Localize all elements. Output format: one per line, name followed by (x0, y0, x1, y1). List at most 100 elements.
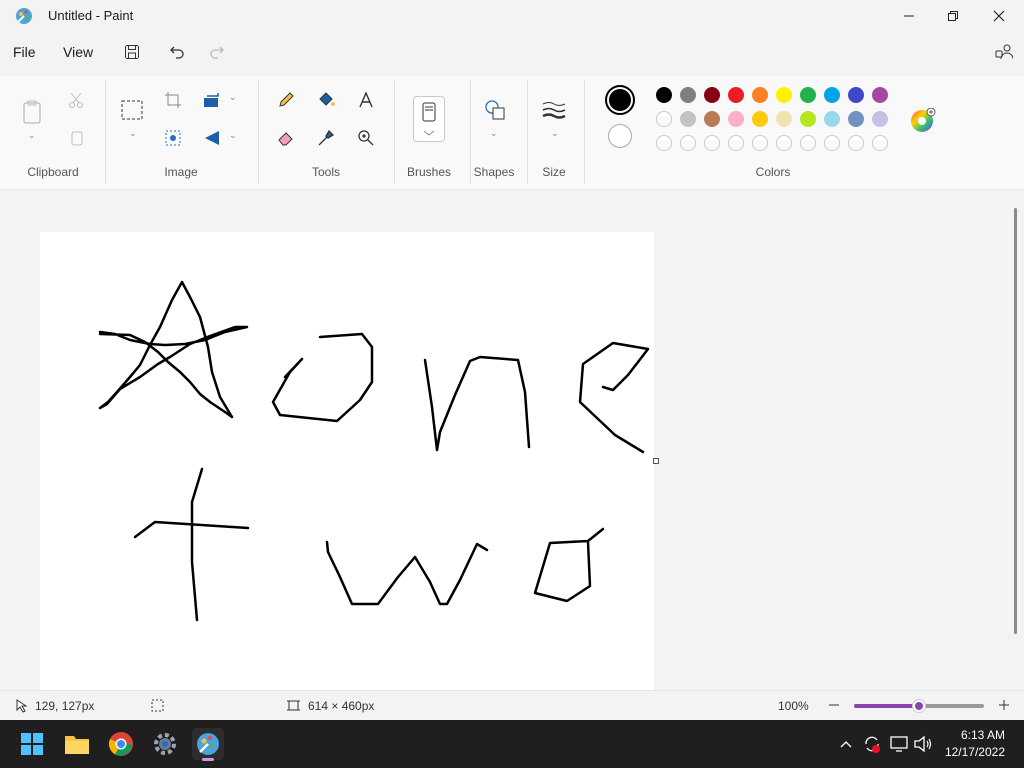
flip-chevron-down-icon[interactable]: ⌄ (229, 130, 237, 141)
palette-color-swatch[interactable] (680, 87, 696, 103)
palette-color-swatch[interactable] (776, 111, 792, 127)
zoom-slider-thumb[interactable] (913, 700, 925, 712)
eraser-button[interactable] (274, 126, 298, 150)
ribbon-toolbar: ⌄ Clipboard ⌄ ⌄ ⌄ Image Tools Brushes ⌄ … (0, 76, 1024, 190)
palette-color-swatch[interactable] (728, 111, 744, 127)
custom-color-slot[interactable] (848, 135, 864, 151)
close-button[interactable] (976, 0, 1022, 32)
resize-button[interactable] (200, 88, 224, 112)
show-hidden-icons-button[interactable] (838, 736, 854, 752)
status-bar: 129, 127px 614 × 460px 100% (0, 690, 1024, 720)
pencil-icon (279, 92, 294, 107)
custom-color-slot[interactable] (752, 135, 768, 151)
letter-e-drawing (578, 341, 650, 454)
select-chevron-down-icon[interactable]: ⌄ (129, 128, 137, 139)
sync-status-icon[interactable] (862, 734, 882, 754)
palette-color-swatch[interactable] (848, 111, 864, 127)
shapes-button[interactable] (483, 98, 507, 122)
palette-color-swatch[interactable] (824, 87, 840, 103)
custom-color-slot[interactable] (656, 135, 672, 151)
start-button[interactable] (16, 728, 48, 760)
file-explorer-button[interactable] (61, 728, 93, 760)
pencil-button[interactable] (274, 88, 298, 112)
paint-app-icon (14, 6, 34, 26)
palette-color-swatch[interactable] (752, 87, 768, 103)
save-button[interactable] (120, 40, 144, 64)
paint-taskbar-button[interactable] (192, 728, 224, 761)
minimize-button[interactable] (886, 0, 932, 32)
palette-color-swatch[interactable] (704, 87, 720, 103)
fill-button[interactable] (314, 88, 338, 112)
magnifier-button[interactable] (354, 126, 378, 150)
flip-button[interactable] (200, 126, 224, 150)
zoom-slider[interactable] (854, 700, 984, 712)
custom-color-slot[interactable] (776, 135, 792, 151)
ribbon-separator (584, 80, 585, 184)
custom-color-slot[interactable] (824, 135, 840, 151)
primary-color-swatch (609, 89, 631, 111)
chrome-button[interactable] (105, 728, 137, 760)
size-button[interactable] (542, 98, 566, 122)
cut-button[interactable] (64, 88, 88, 112)
brush-icon (422, 102, 436, 136)
palette-color-swatch[interactable] (752, 111, 768, 127)
palette-color-swatch[interactable] (776, 87, 792, 103)
brushes-button[interactable] (413, 96, 445, 142)
redo-button[interactable] (205, 40, 229, 64)
edit-colors-button[interactable] (910, 107, 936, 132)
secondary-color-button[interactable] (608, 124, 632, 148)
custom-color-slot[interactable] (728, 135, 744, 151)
settings-button[interactable] (149, 728, 181, 760)
copy-button[interactable] (64, 126, 88, 150)
cursor-position: 129, 127px (35, 699, 95, 713)
paste-chevron-down-icon[interactable]: ⌄ (28, 130, 36, 141)
palette-color-swatch[interactable] (728, 87, 744, 103)
custom-color-slot[interactable] (800, 135, 816, 151)
resize-chevron-down-icon[interactable]: ⌄ (229, 92, 237, 103)
sync-alert-icon (865, 736, 880, 753)
menu-view[interactable]: View (63, 44, 93, 60)
palette-color-swatch[interactable] (680, 111, 696, 127)
zoom-out-button[interactable] (826, 697, 842, 713)
image-select-icon (165, 130, 181, 146)
palette-color-swatch[interactable] (656, 111, 672, 127)
shapes-chevron-down-icon[interactable]: ⌄ (490, 128, 498, 139)
restore-button[interactable] (930, 0, 976, 32)
drawing-canvas[interactable] (40, 232, 654, 692)
share-button[interactable] (992, 40, 1016, 64)
custom-color-slot[interactable] (704, 135, 720, 151)
image-select-button[interactable] (161, 126, 185, 150)
palette-color-swatch[interactable] (800, 87, 816, 103)
size-chevron-down-icon[interactable]: ⌄ (551, 128, 559, 139)
taskbar-clock-date[interactable]: 12/17/2022 (925, 745, 1005, 759)
canvas-resize-handle[interactable] (653, 458, 659, 464)
select-button[interactable] (120, 98, 144, 122)
primary-color-button[interactable] (605, 85, 635, 115)
palette-color-swatch[interactable] (656, 87, 672, 103)
window-title: Untitled - Paint (48, 8, 134, 23)
group-label-tools: Tools (311, 165, 340, 179)
crop-button[interactable] (161, 88, 185, 112)
palette-color-swatch[interactable] (848, 87, 864, 103)
paste-button[interactable] (20, 98, 44, 126)
menu-file[interactable]: File (13, 44, 36, 60)
palette-color-swatch[interactable] (872, 111, 888, 127)
folder-icon (65, 736, 89, 754)
paint-app-icon (197, 733, 219, 755)
vertical-scrollbar[interactable] (1014, 208, 1017, 634)
zoom-in-button[interactable] (996, 697, 1012, 713)
taskbar-clock-time[interactable]: 6:13 AM (925, 728, 1005, 742)
group-label-colors: Colors (755, 165, 791, 179)
network-icon[interactable] (889, 734, 909, 754)
palette-color-swatch[interactable] (704, 111, 720, 127)
color-picker-button[interactable] (314, 126, 338, 150)
palette-color-swatch[interactable] (800, 111, 816, 127)
palette-color-swatch[interactable] (824, 111, 840, 127)
undo-button[interactable] (165, 40, 189, 64)
text-button[interactable] (354, 88, 378, 112)
custom-color-slot[interactable] (872, 135, 888, 151)
palette-color-swatch[interactable] (872, 87, 888, 103)
custom-color-slot[interactable] (680, 135, 696, 151)
shapes-icon (485, 100, 505, 120)
paste-icon (23, 100, 41, 124)
